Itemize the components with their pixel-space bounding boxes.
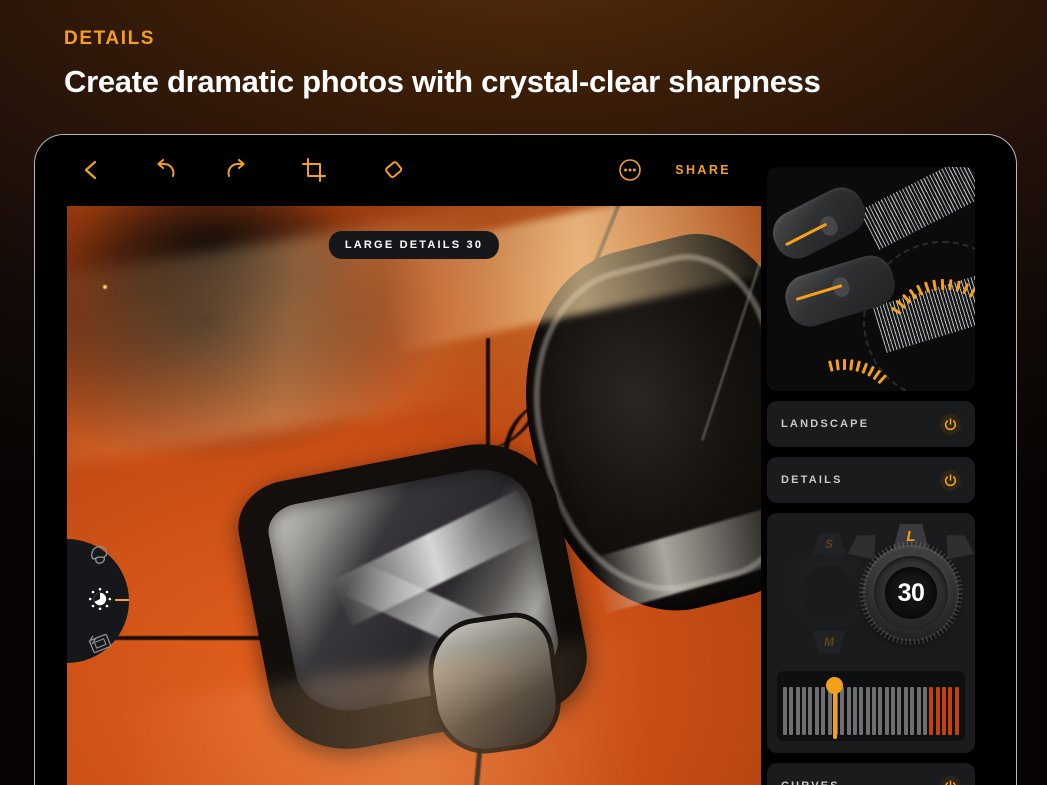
- share-button[interactable]: SHARE: [671, 157, 735, 183]
- details-slider[interactable]: [777, 670, 965, 741]
- dial-label-s: S: [824, 537, 833, 551]
- slider-tick: [814, 687, 819, 735]
- preview-tick: [835, 359, 840, 371]
- toolbar-left-group: [35, 147, 417, 193]
- preview-tick: [855, 360, 861, 372]
- slider-tick: [808, 687, 813, 735]
- slider-tick: [929, 687, 934, 735]
- sidebar-item-details[interactable]: DETAILS: [767, 457, 975, 503]
- adjustments-panel: LANDSCAPE DETAILS S M L 30: [767, 167, 975, 785]
- section-label-details: DETAILS: [781, 474, 843, 486]
- back-button[interactable]: [67, 147, 113, 193]
- brightness-dial-button[interactable]: [83, 584, 117, 618]
- slider-tick: [821, 687, 826, 735]
- preview-tick: [843, 359, 846, 370]
- slider-tick: [859, 687, 864, 735]
- power-icon: [944, 473, 957, 486]
- tablet-screen: SHARE LARGE DETAILS 30 LANDSCAPE DETAILS…: [35, 135, 1016, 785]
- sidebar-item-curves[interactable]: CURVES: [767, 763, 975, 785]
- sidebar-item-landscape[interactable]: LANDSCAPE: [767, 401, 975, 447]
- dial-value: 30: [897, 578, 925, 607]
- undo-button[interactable]: [145, 147, 191, 193]
- details-controls: S M L 30: [767, 513, 975, 753]
- slider-handle[interactable]: [826, 676, 844, 694]
- slider-tick: [935, 687, 940, 735]
- brightness-dial-icon: [87, 586, 113, 617]
- page-root: DETAILS Create dramatic photos with crys…: [0, 0, 1047, 785]
- power-icon: [945, 779, 956, 785]
- slider-tick: [910, 687, 915, 735]
- slider-tick: [795, 687, 800, 735]
- slider-ticks: [783, 685, 959, 735]
- slider-tick: [948, 687, 953, 735]
- edited-photo: [67, 206, 761, 785]
- slider-tick: [878, 687, 883, 735]
- preview-tick: [940, 278, 944, 291]
- more-options-button[interactable]: [607, 147, 653, 193]
- dial-label-m: M: [824, 635, 834, 649]
- dial-group: S M L 30: [777, 521, 965, 667]
- slider-tick: [852, 687, 857, 735]
- slider-tick: [922, 687, 927, 735]
- slider-tick: [789, 687, 794, 735]
- app-toolbar: SHARE: [35, 135, 763, 205]
- film-slide-button[interactable]: [83, 628, 117, 662]
- slider-tick: [802, 687, 807, 735]
- preview-tick: [861, 362, 868, 374]
- crop-button[interactable]: [291, 147, 337, 193]
- undo-icon: [156, 159, 180, 181]
- tool-wheel-active-tick: [115, 599, 129, 601]
- page-eyebrow: DETAILS: [64, 28, 156, 49]
- status-badge: LARGE DETAILS 30: [328, 231, 500, 259]
- power-toggle-details[interactable]: [940, 469, 961, 491]
- slider-tick: [897, 687, 902, 735]
- more-options-icon: [618, 158, 642, 182]
- effect-preview-thumbnail[interactable]: [767, 167, 975, 391]
- power-toggle-curves[interactable]: [940, 775, 961, 785]
- section-label-curves: CURVES: [781, 780, 840, 785]
- slider-tick: [954, 687, 959, 735]
- slider-tick: [903, 687, 908, 735]
- power-toggle-landscape[interactable]: [940, 413, 961, 435]
- tablet-device-frame: SHARE LARGE DETAILS 30 LANDSCAPE DETAILS…: [34, 134, 1017, 785]
- slider-tick: [783, 687, 787, 735]
- slider-tick: [941, 687, 946, 735]
- slider-tick: [884, 687, 889, 735]
- eraser-icon: [382, 158, 406, 182]
- slider-tick: [872, 687, 877, 735]
- slider-tick: [865, 687, 870, 735]
- slider-tick: [916, 687, 921, 735]
- slider-tick: [846, 687, 851, 735]
- crop-icon: [302, 158, 326, 182]
- redo-button[interactable]: [211, 147, 257, 193]
- dial-label-m-tab: M: [812, 631, 846, 653]
- film-slide-icon: [86, 629, 114, 662]
- section-label-landscape: LANDSCAPE: [781, 418, 870, 430]
- slider-tick: [827, 687, 832, 735]
- photo-canvas[interactable]: LARGE DETAILS 30: [67, 206, 761, 785]
- dial-label-s-tab: S: [812, 533, 846, 555]
- stone-tool-button[interactable]: [83, 540, 117, 574]
- preview-tick: [877, 374, 887, 384]
- chevron-left-icon: [80, 159, 100, 181]
- stone-tool-icon: [87, 542, 113, 573]
- dial-readout: 30: [885, 567, 937, 619]
- power-icon: [944, 417, 957, 430]
- page-title: Create dramatic photos with crystal-clea…: [64, 64, 821, 99]
- toolbar-right-group: SHARE: [607, 147, 763, 193]
- slider-tick: [840, 687, 845, 735]
- preview-tick: [828, 360, 834, 372]
- page-header: DETAILS Create dramatic photos with crys…: [64, 28, 924, 100]
- preview-tick: [849, 359, 854, 371]
- eraser-button[interactable]: [371, 147, 417, 193]
- redo-icon: [222, 159, 246, 181]
- dial-large-details[interactable]: L 30: [863, 524, 959, 645]
- slider-tick: [891, 687, 896, 735]
